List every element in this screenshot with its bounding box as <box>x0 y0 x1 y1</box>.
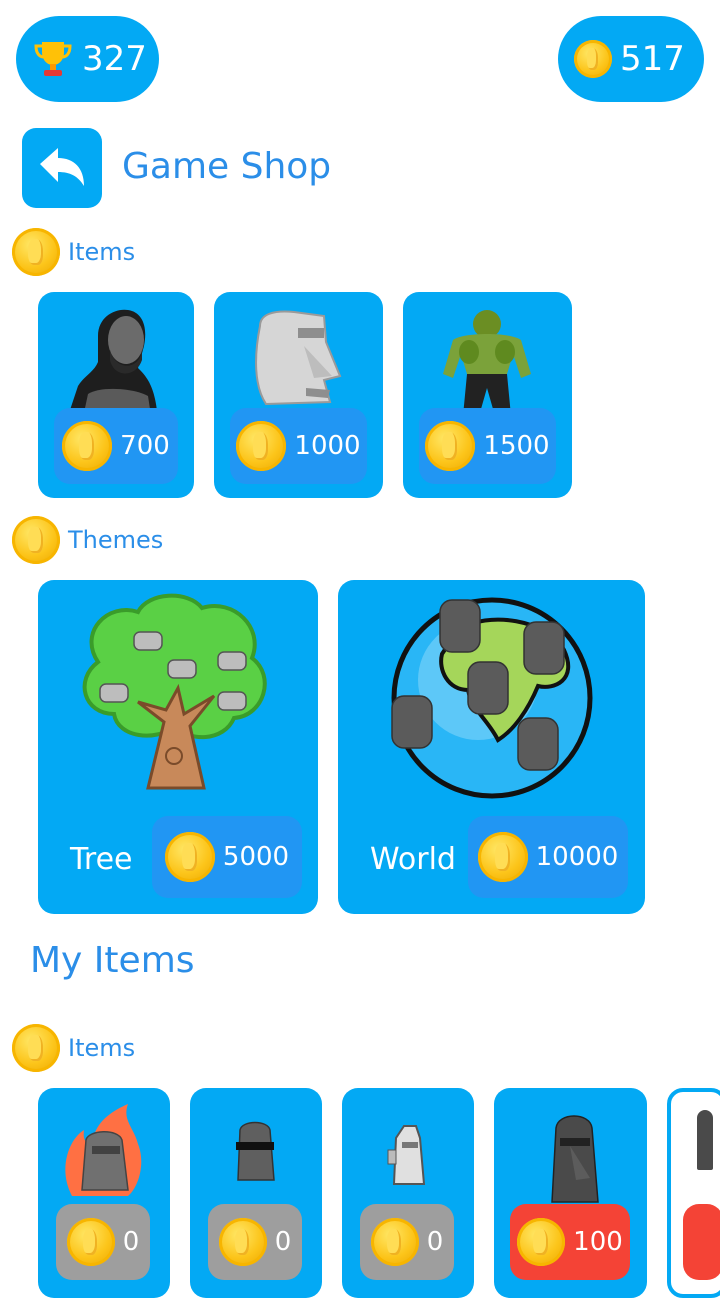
tree-image <box>82 593 267 790</box>
coin-icon <box>12 228 60 276</box>
coin-icon <box>370 1218 419 1266</box>
back-button[interactable] <box>22 128 102 208</box>
owned-chip[interactable]: 0 <box>360 1204 454 1280</box>
my-item-card[interactable]: 0 <box>38 1088 170 1298</box>
coin-icon <box>574 40 612 78</box>
moai-sunglasses-image <box>551 1115 599 1203</box>
my-items-label: Items <box>12 1024 135 1072</box>
moai-glasses-image <box>236 1121 275 1181</box>
coin-icon <box>517 1218 566 1266</box>
fire-moai-image <box>65 1104 142 1196</box>
shop-item-card[interactable]: 1500 <box>403 292 572 498</box>
coin-counter: 517 <box>558 16 704 102</box>
price-chip[interactable] <box>683 1204 720 1280</box>
shop-item-card[interactable]: 700 <box>38 292 194 498</box>
coin-count: 517 <box>620 39 685 79</box>
trophy-counter: 327 <box>16 16 159 102</box>
trophy-count: 327 <box>82 39 147 79</box>
theme-name: Tree <box>70 842 133 877</box>
page-title: Game Shop <box>122 146 332 187</box>
price-chip[interactable]: 1000 <box>230 408 367 484</box>
hulk-shrek-image <box>443 310 531 416</box>
coin-icon <box>164 832 215 882</box>
shop-items-label: Items <box>12 228 135 276</box>
coin-icon <box>12 516 60 564</box>
coin-icon <box>62 421 113 471</box>
price-chip[interactable]: 10000 <box>468 816 628 898</box>
price-chip[interactable]: 1500 <box>419 408 556 484</box>
owned-chip[interactable]: 0 <box>56 1204 150 1280</box>
price-chip[interactable]: 5000 <box>152 816 302 898</box>
theme-card-world[interactable]: World 10000 <box>338 580 645 914</box>
back-arrow-icon <box>40 148 84 186</box>
trophy-icon <box>34 42 72 76</box>
my-item-card-selected[interactable] <box>667 1088 720 1298</box>
coin-icon <box>218 1218 267 1266</box>
price-chip[interactable]: 100 <box>510 1204 630 1280</box>
coin-icon <box>477 832 528 882</box>
coin-icon <box>425 421 476 471</box>
world-image <box>391 597 593 799</box>
moai-image <box>697 1110 713 1170</box>
owned-chip[interactable]: 0 <box>208 1204 302 1280</box>
coin-icon <box>236 421 287 471</box>
theme-name: World <box>370 842 456 877</box>
coin-icon <box>12 1024 60 1072</box>
price-chip[interactable]: 700 <box>54 408 178 484</box>
my-items-title: My Items <box>30 940 195 981</box>
my-item-card[interactable]: 0 <box>342 1088 474 1298</box>
pixel-moai-image <box>387 1125 426 1185</box>
shop-item-card[interactable]: 1000 <box>214 292 383 498</box>
themes-label: Themes <box>12 516 163 564</box>
coin-icon <box>66 1218 115 1266</box>
theme-card-tree[interactable]: Tree 5000 <box>38 580 318 914</box>
my-item-card[interactable]: 0 <box>190 1088 322 1298</box>
my-item-card[interactable]: 100 <box>494 1088 647 1298</box>
